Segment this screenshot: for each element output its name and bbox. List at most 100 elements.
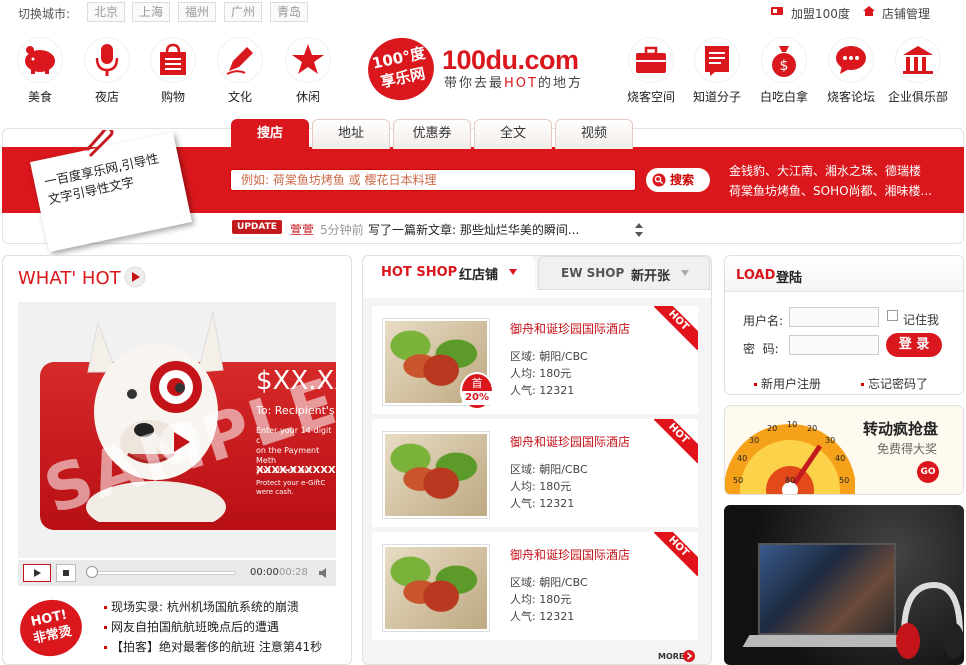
news-item[interactable]: 网友自拍国航航班晚点后的遭遇 bbox=[104, 618, 279, 635]
paperclip-icon bbox=[85, 130, 114, 158]
video-progress-bar[interactable] bbox=[88, 571, 236, 575]
login-button[interactable]: 登 录 bbox=[886, 333, 942, 357]
shop-name[interactable]: 御舟和诞珍园国际酒店 bbox=[510, 546, 630, 563]
tab-shop[interactable]: 搜店 bbox=[231, 119, 309, 148]
gift-card-protect: Protect your e-GiftC were cash. bbox=[256, 479, 325, 497]
search-input[interactable]: 例如: 荷棠鱼坊烤鱼 或 樱花日本料理 bbox=[230, 169, 636, 191]
laptop-screen bbox=[758, 543, 896, 635]
hot-keywords-line1[interactable]: 金钱豹、大江南、湘水之珠、德瑞楼 bbox=[729, 162, 921, 179]
wheel-number: 20 bbox=[767, 424, 778, 433]
remember-checkbox[interactable] bbox=[887, 310, 898, 321]
shop-area: 区域: 朝阳/CBC bbox=[510, 350, 588, 363]
register-link-text[interactable]: 新用户注册 bbox=[761, 377, 821, 391]
nav-label: 烧客论坛 bbox=[826, 90, 875, 104]
news-text[interactable]: 网友自拍国航航班晚点后的遭遇 bbox=[111, 620, 279, 634]
discount-badge: 首 20% bbox=[460, 372, 494, 410]
volume-icon[interactable] bbox=[317, 566, 331, 580]
laptop-ad[interactable] bbox=[724, 505, 964, 665]
nav-item-user-space[interactable]: 烧客空间 bbox=[620, 38, 682, 105]
stop-button[interactable] bbox=[56, 564, 76, 582]
search-icon bbox=[652, 173, 666, 187]
video-time-current: 00:00 bbox=[250, 567, 279, 578]
shop-manage-link[interactable]: 店铺管理 bbox=[882, 5, 930, 22]
forgot-link-text[interactable]: 忘记密码了 bbox=[868, 377, 928, 391]
nav-item-nightclub[interactable]: 夜店 bbox=[77, 38, 137, 105]
join-link[interactable]: 加盟100度 bbox=[791, 5, 850, 22]
shop-name[interactable]: 御舟和诞珍园国际酒店 bbox=[510, 433, 630, 450]
shop-avg: 人均: 180元 bbox=[510, 480, 572, 493]
news-item[interactable]: 现场实录: 杭州机场国航系统的崩溃 bbox=[104, 598, 299, 615]
news-item[interactable]: 【拍客】绝对最奢侈的航班 注意第41秒 bbox=[104, 638, 322, 655]
go-button[interactable]: GO bbox=[917, 461, 939, 483]
register-link[interactable]: 新用户注册 bbox=[754, 375, 821, 392]
nav-item-knowledge[interactable]: 知道分子 bbox=[686, 38, 748, 105]
gift-card-protect-line: were cash. bbox=[256, 488, 294, 496]
tab-video[interactable]: 视频 bbox=[555, 119, 633, 149]
password-label: 密 码: bbox=[743, 342, 779, 356]
shop-area: 区域: 朝阳/CBC bbox=[510, 463, 588, 476]
hotshop-divider bbox=[363, 290, 711, 298]
laptop-base bbox=[742, 635, 916, 647]
shop-card[interactable]: 御舟和诞珍园国际酒店 区域: 朝阳/CBC 人均: 180元 人气: 12321… bbox=[372, 532, 698, 640]
city-fuzhou[interactable]: 福州 bbox=[178, 2, 217, 22]
password-field[interactable] bbox=[789, 335, 879, 355]
hot-ribbon: HOT bbox=[654, 419, 698, 463]
tab-address[interactable]: 地址 bbox=[312, 119, 390, 149]
hot-ribbon-text: HOT bbox=[654, 306, 698, 350]
video-progress-handle[interactable] bbox=[86, 566, 98, 578]
video-play-icon[interactable] bbox=[158, 420, 202, 464]
bullet-icon bbox=[104, 646, 107, 649]
bullet-icon bbox=[104, 606, 107, 609]
wheel-number: 30 bbox=[825, 436, 836, 445]
tab-hot-shop[interactable]: HOT SHOP 红店铺 bbox=[363, 256, 535, 290]
video-player[interactable]: $XX.XX To: Recipient's Enter your 14-dig… bbox=[18, 302, 336, 558]
forgot-link[interactable]: 忘记密码了 bbox=[861, 375, 928, 392]
tab-new-shop[interactable]: EW SHOP 新开张 bbox=[538, 256, 710, 290]
update-user[interactable]: 萱萱 bbox=[290, 221, 314, 238]
nav-item-culture[interactable]: 文化 bbox=[210, 38, 270, 105]
tab-fulltext[interactable]: 全文 bbox=[474, 119, 552, 149]
lottery-subtitle: 免费得大奖 bbox=[877, 442, 938, 456]
top-bar: 切换城市: 北京 上海 福州 广州 青岛 加盟100度 店铺管理 bbox=[0, 0, 966, 24]
news-text[interactable]: 现场实录: 杭州机场国航系统的崩溃 bbox=[111, 600, 299, 614]
nav-item-shopping[interactable]: 购物 bbox=[143, 38, 203, 105]
scroll-arrows-icon[interactable] bbox=[634, 223, 644, 237]
search-button[interactable]: 搜索 bbox=[646, 168, 710, 192]
bullet-icon bbox=[104, 626, 107, 629]
nav-item-enterprise-club[interactable]: 企业俱乐部 bbox=[885, 38, 951, 105]
nav-item-forum[interactable]: 烧客论坛 bbox=[820, 38, 882, 105]
bullet-icon bbox=[754, 383, 757, 386]
shop-card[interactable]: 御舟和诞珍园国际酒店 区域: 朝阳/CBC 人均: 180元 人气: 12321… bbox=[372, 419, 698, 527]
more-link[interactable]: MORE bbox=[658, 652, 684, 661]
update-badge: UPDATE bbox=[232, 220, 282, 234]
update-text[interactable]: 写了一篇新文章: 那些灿烂华美的瞬间... bbox=[368, 221, 579, 238]
tab-coupon[interactable]: 优惠券 bbox=[393, 119, 471, 149]
city-guangzhou[interactable]: 广州 bbox=[224, 2, 263, 22]
play-button[interactable] bbox=[23, 564, 51, 582]
shop-name[interactable]: 御舟和诞珍园国际酒店 bbox=[510, 320, 630, 337]
nav-label: 烧客空间 bbox=[626, 90, 675, 104]
lottery-banner[interactable]: 50 40 30 20 10 20 30 40 50 80 转动疯抢盘 免费得大… bbox=[724, 405, 964, 495]
nav-item-food[interactable]: 美食 bbox=[10, 38, 70, 105]
play-circle-icon[interactable] bbox=[124, 266, 146, 288]
shop-card[interactable]: 首 20% 御舟和诞珍园国际酒店 区域: 朝阳/CBC 人均: 180元 人气:… bbox=[372, 306, 698, 414]
nav-item-leisure[interactable]: 休闲 bbox=[278, 38, 338, 105]
new-shop-en: EW SHOP bbox=[561, 266, 625, 280]
hot-ribbon-text: HOT bbox=[654, 419, 698, 463]
shop-food-image bbox=[382, 431, 490, 519]
city-qingdao[interactable]: 青岛 bbox=[270, 2, 309, 22]
city-beijing[interactable]: 北京 bbox=[87, 2, 126, 22]
nav-item-freebies[interactable]: $ 白吃白拿 bbox=[753, 38, 815, 105]
more-arrow-icon[interactable] bbox=[683, 650, 695, 662]
username-field[interactable] bbox=[789, 307, 879, 327]
chat-bubble-icon bbox=[836, 46, 866, 74]
news-text[interactable]: 【拍客】绝对最奢侈的航班 注意第41秒 bbox=[111, 640, 322, 654]
logo-badge[interactable]: 100°度 享乐网 bbox=[362, 31, 440, 107]
chevron-down-icon bbox=[681, 270, 689, 276]
discount-top: 首 bbox=[471, 377, 483, 390]
wheel-number: 40 bbox=[835, 454, 846, 463]
star-icon bbox=[292, 44, 324, 74]
update-time: 5分钟前 bbox=[320, 223, 364, 237]
hot-keywords-line2[interactable]: 荷棠鱼坊烤鱼、SOHO尚都、湘味楼... bbox=[729, 182, 932, 199]
city-shanghai[interactable]: 上海 bbox=[132, 2, 171, 22]
